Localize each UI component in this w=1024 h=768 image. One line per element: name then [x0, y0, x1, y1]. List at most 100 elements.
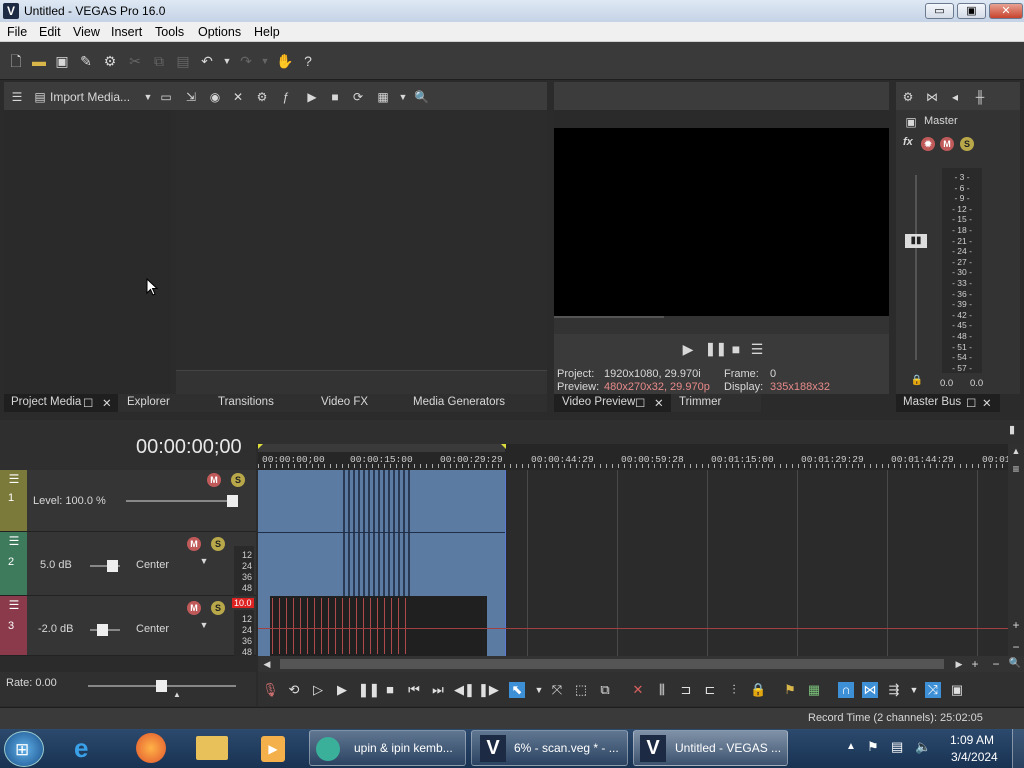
undock-icon[interactable]: ☐: [83, 396, 93, 410]
master-bypass-checkbox[interactable]: ▣: [904, 115, 918, 129]
pan-dropdown-icon[interactable]: ▼: [197, 554, 211, 568]
undock-icon[interactable]: ☐: [635, 396, 645, 410]
network-icon[interactable]: ▤: [891, 739, 903, 755]
previous-frame-icon[interactable]: ◀❚: [454, 682, 475, 698]
downmix-icon[interactable]: ⋈: [925, 90, 939, 104]
split-icon[interactable]: ⫶: [726, 682, 742, 698]
maximize-button[interactable]: ▣: [957, 3, 986, 19]
mute-icon[interactable]: M: [207, 473, 221, 487]
mute-icon[interactable]: M: [940, 137, 954, 151]
track-menu-icon[interactable]: ☰: [7, 534, 21, 548]
undo-icon[interactable]: ↶: [199, 53, 215, 69]
tab-video-preview[interactable]: Video Preview ☐ ✕: [554, 394, 671, 412]
save-icon[interactable]: ▣: [54, 53, 70, 69]
dim-output-icon[interactable]: ◂: [948, 90, 962, 104]
undock-icon[interactable]: ☐: [966, 396, 976, 410]
peak-indicator[interactable]: 10.0: [232, 598, 254, 608]
media-views-icon[interactable]: ☰: [10, 90, 24, 104]
horizontal-scroll-thumb[interactable]: [280, 659, 944, 669]
tab-transitions[interactable]: Transitions: [218, 396, 274, 408]
next-frame-icon[interactable]: ❚▶: [478, 682, 499, 698]
track-header-2[interactable]: ☰ 2 M S 5.0 dB Center ▼ 12 24 36 48: [0, 532, 256, 596]
menu-file[interactable]: File: [7, 25, 27, 39]
preview-stop-icon[interactable]: ■: [729, 342, 743, 356]
level-slider[interactable]: [126, 500, 238, 502]
action-center-flag-icon[interactable]: ⚑: [867, 739, 879, 755]
import-media-button[interactable]: Import Media...: [50, 90, 130, 104]
views-dropdown-icon[interactable]: ▼: [396, 90, 410, 104]
video-event-clip[interactable]: [258, 470, 505, 532]
close-tab-icon[interactable]: ✕: [102, 396, 112, 410]
media-properties-icon[interactable]: ⚙: [255, 90, 269, 104]
preview-play-icon[interactable]: ▶: [681, 342, 695, 356]
tab-project-media[interactable]: Project Media ☐ ✕: [4, 394, 118, 412]
mute-icon[interactable]: M: [187, 537, 201, 551]
volume-envelope-line[interactable]: [258, 628, 1008, 629]
tab-explorer[interactable]: Explorer: [127, 396, 170, 408]
volume-slider-thumb[interactable]: [97, 624, 108, 636]
menu-tools[interactable]: Tools: [155, 25, 184, 39]
cut-icon[interactable]: ✂: [127, 53, 143, 69]
lock-envelopes-icon[interactable]: ⤨: [925, 682, 941, 698]
zoom-out-horizontal-icon[interactable]: −: [989, 657, 1003, 671]
undo-dropdown-icon[interactable]: ▼: [219, 53, 235, 69]
lock-event-icon[interactable]: 🔒: [750, 682, 766, 698]
mute-icon[interactable]: M: [187, 601, 201, 615]
scroll-right-icon[interactable]: ▶: [952, 657, 966, 671]
tab-video-fx[interactable]: Video FX: [321, 396, 368, 408]
minimize-button[interactable]: ▭: [925, 3, 954, 19]
open-folder-icon[interactable]: ▬: [31, 53, 47, 69]
zoom-edit-tool-icon[interactable]: ⧉: [597, 682, 613, 698]
ignore-grouping-icon[interactable]: ▣: [949, 682, 965, 698]
mixer-faders-icon[interactable]: ╫: [973, 90, 987, 104]
vertical-scroll-thumb[interactable]: ≡: [1009, 462, 1023, 476]
ripple-dropdown-icon[interactable]: ▼: [906, 682, 922, 698]
vegas-app-icon[interactable]: V: [3, 3, 19, 19]
clock-date[interactable]: 3/4/2024: [951, 750, 998, 764]
menu-options[interactable]: Options: [198, 25, 241, 39]
preview-scrub-bar[interactable]: [554, 316, 889, 334]
lock-icon[interactable]: 🔒: [910, 374, 924, 388]
track-menu-icon[interactable]: ☰: [7, 598, 21, 612]
firefox-icon[interactable]: [136, 733, 166, 763]
play-icon[interactable]: ▶: [334, 682, 350, 698]
play-from-start-icon[interactable]: ▷: [310, 682, 326, 698]
insert-marker-icon[interactable]: ⚑: [782, 682, 798, 698]
audio-event-clip-track2[interactable]: [258, 532, 505, 597]
volume-muted-icon[interactable]: 🔈: [915, 739, 931, 755]
delete-icon[interactable]: ✕: [630, 682, 646, 698]
volume-slider-thumb[interactable]: [107, 560, 118, 572]
media-bins-tree[interactable]: [4, 110, 171, 394]
media-fx-icon[interactable]: ƒ: [279, 90, 293, 104]
master-fx-icon[interactable]: fx: [903, 136, 913, 148]
pin-icon[interactable]: ▮: [1005, 423, 1019, 437]
paste-icon[interactable]: ▤: [175, 53, 191, 69]
internet-explorer-icon[interactable]: e: [74, 733, 88, 764]
track-header-3[interactable]: ☰ 3 M S -2.0 dB Center ▼ 10.0 12 24 36 4…: [0, 596, 256, 657]
show-desktop-button[interactable]: [1012, 729, 1024, 768]
clock-time[interactable]: 1:09 AM: [950, 733, 994, 747]
zoom-in-vertical-icon[interactable]: +: [1009, 618, 1023, 632]
views-icon[interactable]: ▦: [376, 90, 390, 104]
horizontal-scrollbar[interactable]: ◀ ▶ + − 🔍: [258, 656, 1024, 672]
edit-tool-dropdown-icon[interactable]: ▼: [531, 682, 547, 698]
taskbar-task-upin[interactable]: upin & ipin kemb...: [309, 730, 466, 766]
close-tab-icon[interactable]: ✕: [654, 396, 664, 410]
get-media-web-icon[interactable]: ⇲: [184, 90, 198, 104]
show-hidden-icons-icon[interactable]: ▲: [846, 741, 856, 752]
trim-icon[interactable]: ⫼: [654, 682, 670, 698]
auto-preview-icon[interactable]: ⟳: [351, 90, 365, 104]
master-bus-tab[interactable]: Master Bus ☐ ✕: [896, 394, 1000, 412]
solo-icon[interactable]: S: [231, 473, 245, 487]
properties-gear-icon[interactable]: ⚙: [102, 53, 118, 69]
insert-region-icon[interactable]: ▦: [806, 682, 822, 698]
loop-region-bar[interactable]: [258, 444, 505, 452]
menu-help[interactable]: Help: [254, 25, 280, 39]
file-explorer-icon[interactable]: [196, 736, 228, 760]
scroll-up-icon[interactable]: ▲: [1009, 444, 1023, 458]
track-header-1[interactable]: ☰ 1 M S Level: 100.0 %: [0, 470, 256, 532]
audio-event-clip-track3[interactable]: [258, 596, 505, 656]
media-player-icon[interactable]: ▶: [261, 736, 285, 762]
close-tab-icon[interactable]: ✕: [982, 396, 992, 410]
stop-media-icon[interactable]: ■: [328, 90, 342, 104]
